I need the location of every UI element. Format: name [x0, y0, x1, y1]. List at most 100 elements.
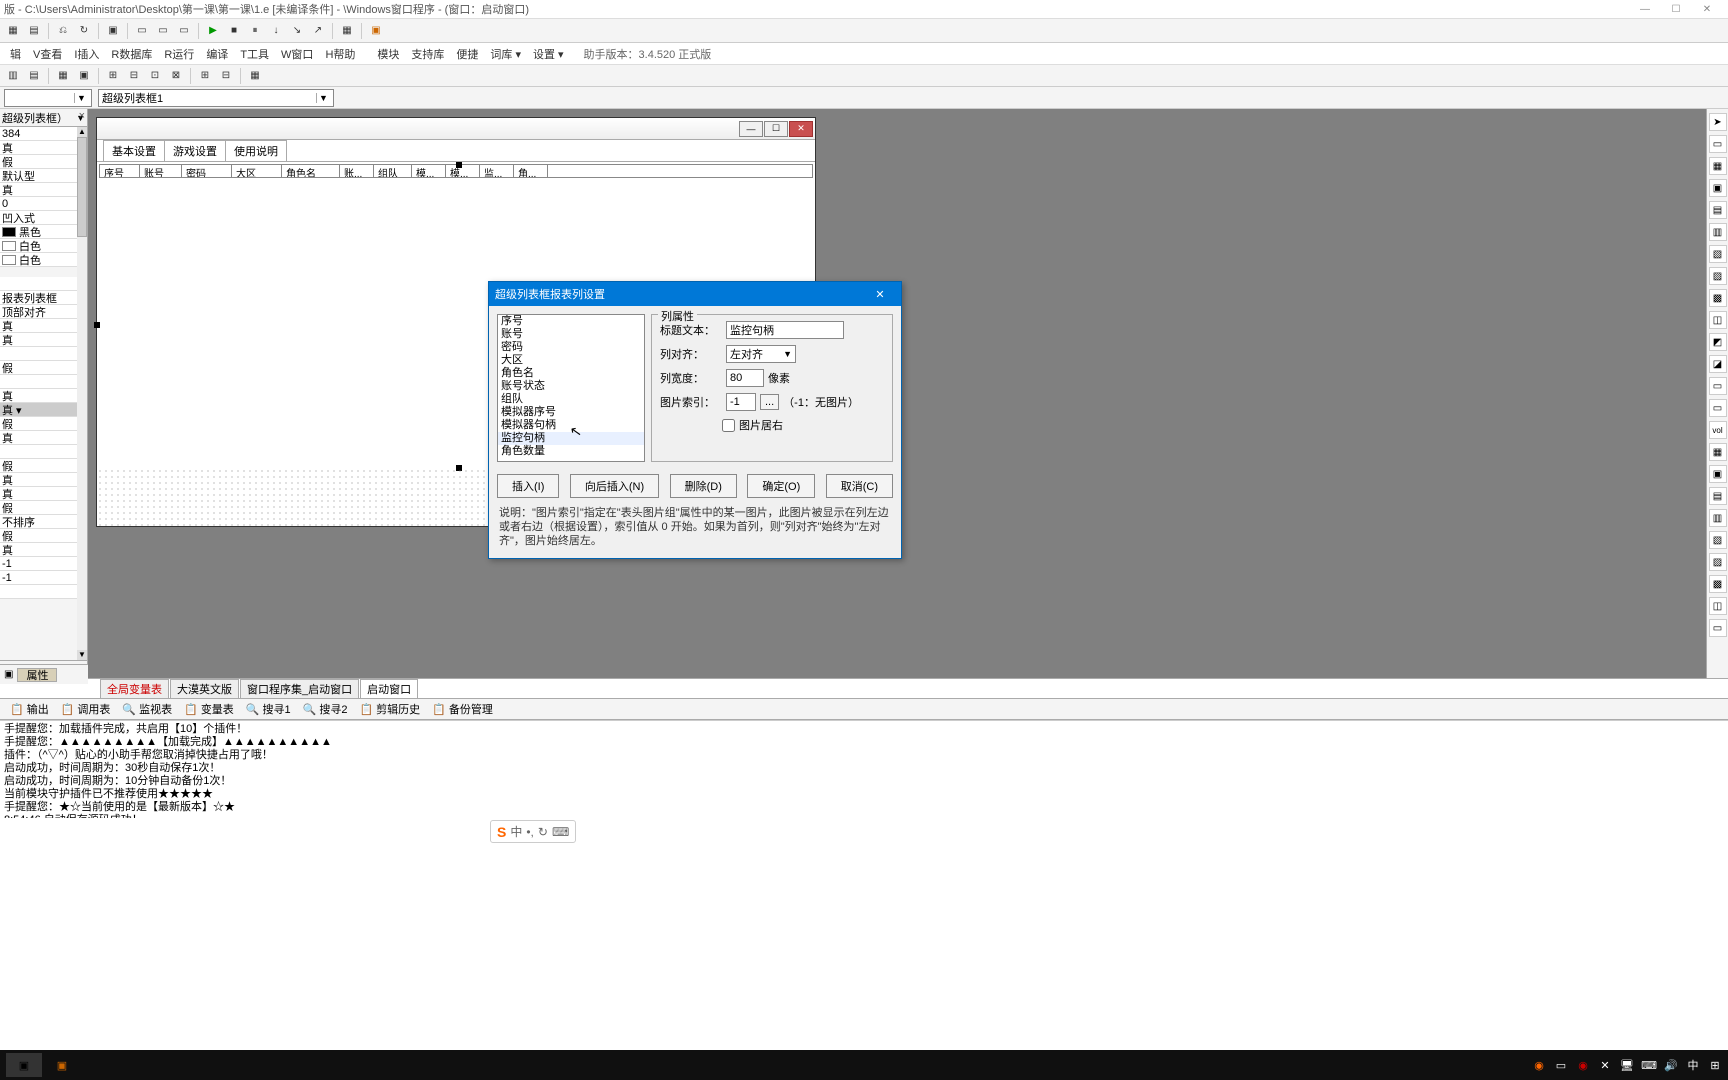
menu-item[interactable]: W窗口: [275, 44, 319, 64]
tool-icon[interactable]: ▭: [1709, 399, 1727, 417]
tool-btn[interactable]: ▦: [4, 22, 22, 40]
layout-btn[interactable]: ⊡: [146, 67, 164, 85]
form-minimize-button[interactable]: —: [739, 121, 763, 137]
tool-icon[interactable]: ▩: [1709, 575, 1727, 593]
layout-btn[interactable]: ▣: [75, 67, 93, 85]
form-tab[interactable]: 游戏设置: [164, 140, 226, 161]
property-row[interactable]: 真: [0, 487, 87, 501]
search2-tab[interactable]: 🔍 搜寻2: [297, 699, 354, 719]
ime-icon[interactable]: •,: [526, 825, 534, 839]
tool-icon[interactable]: ▦: [1709, 443, 1727, 461]
menu-item[interactable]: V查看: [27, 44, 68, 64]
taskbar-item[interactable]: ▣: [6, 1053, 42, 1077]
menu-item[interactable]: 支持库: [405, 44, 450, 64]
run-button[interactable]: ▶: [204, 22, 222, 40]
delete-button[interactable]: 删除(D): [670, 474, 737, 498]
tool-btn[interactable]: ↻: [75, 22, 93, 40]
tray-icon[interactable]: ◉: [1576, 1058, 1590, 1072]
cliphist-tab[interactable]: 📋 剪辑历史: [353, 699, 426, 719]
ime-icon[interactable]: ⌨: [552, 825, 569, 839]
property-row[interactable]: 不排序: [0, 515, 87, 529]
doc-tab[interactable]: 启动窗口: [360, 679, 418, 699]
menu-item[interactable]: H帮助: [319, 44, 361, 64]
property-row[interactable]: [0, 445, 87, 459]
tool-icon[interactable]: ▩: [1709, 289, 1727, 307]
tool-icon[interactable]: ◫: [1709, 597, 1727, 615]
listbox-item[interactable]: 大区: [498, 354, 644, 367]
menu-item[interactable]: T工具: [234, 44, 275, 64]
property-row[interactable]: 真: [0, 141, 87, 155]
layout-btn[interactable]: ▦: [246, 67, 264, 85]
dialog-title-bar[interactable]: 超级列表框报表列设置 ✕: [489, 282, 901, 306]
listbox-item[interactable]: 密码: [498, 341, 644, 354]
img-browse-button[interactable]: ...: [760, 394, 779, 410]
property-row[interactable]: 真: [0, 333, 87, 347]
tool-icon[interactable]: ▨: [1709, 267, 1727, 285]
width-input[interactable]: [726, 369, 764, 387]
property-row[interactable]: 白色: [0, 253, 87, 267]
property-row[interactable]: 假: [0, 529, 87, 543]
listbox-item[interactable]: 角色名: [498, 367, 644, 380]
layout-btn[interactable]: ⊠: [167, 67, 185, 85]
volume-icon[interactable]: 🔊: [1664, 1058, 1678, 1072]
listbox-item[interactable]: 组队: [498, 393, 644, 406]
property-selector[interactable]: 超级列表框）▼ ×: [0, 109, 87, 127]
property-row[interactable]: 假: [0, 417, 87, 431]
property-row[interactable]: 真: [0, 183, 87, 197]
tool-icon[interactable]: ▧: [1709, 245, 1727, 263]
tray-icon[interactable]: 🖥: [1620, 1058, 1634, 1072]
cancel-button[interactable]: 取消(C): [826, 474, 893, 498]
calltable-tab[interactable]: 📋 调用表: [55, 699, 117, 719]
property-row[interactable]: 假: [0, 361, 87, 375]
img-index-input[interactable]: [726, 393, 756, 411]
property-row[interactable]: 假: [0, 459, 87, 473]
ime-icon[interactable]: 中: [510, 823, 522, 840]
property-row[interactable]: 384: [0, 127, 87, 141]
tool-btn[interactable]: ⏸: [246, 22, 264, 40]
tool-icon[interactable]: ▥: [1709, 223, 1727, 241]
tool-icon[interactable]: ▤: [1709, 201, 1727, 219]
tool-icon[interactable]: ▥: [1709, 509, 1727, 527]
tool-icon[interactable]: ▦: [1709, 157, 1727, 175]
tool-btn[interactable]: ↓: [267, 22, 285, 40]
watch-tab[interactable]: 🔍 监视表: [116, 699, 178, 719]
close-button[interactable]: ✕: [1692, 2, 1722, 16]
tray-icon[interactable]: ⌨: [1642, 1058, 1656, 1072]
img-right-checkbox[interactable]: [722, 419, 735, 432]
layout-btn[interactable]: ⊞: [104, 67, 122, 85]
tool-icon[interactable]: ▨: [1709, 553, 1727, 571]
tray-icon[interactable]: ✕: [1598, 1058, 1612, 1072]
align-combo[interactable]: 左对齐▼: [726, 345, 796, 363]
backup-tab[interactable]: 📋 备份管理: [426, 699, 499, 719]
tool-btn[interactable]: ▤: [25, 22, 43, 40]
doc-tab[interactable]: 全局变量表: [100, 679, 169, 699]
minimize-button[interactable]: —: [1630, 2, 1660, 16]
menu-item[interactable]: R数据库: [105, 44, 158, 64]
layout-btn[interactable]: ⊟: [217, 67, 235, 85]
form-maximize-button[interactable]: ☐: [764, 121, 788, 137]
property-row[interactable]: [0, 375, 87, 389]
property-row[interactable]: 默认型: [0, 169, 87, 183]
layout-btn[interactable]: ⊞: [196, 67, 214, 85]
tool-btn[interactable]: ⎌: [54, 22, 72, 40]
property-scrollbar[interactable]: ▲ ▼: [77, 127, 87, 660]
tool-btn[interactable]: ↘: [288, 22, 306, 40]
output-tab[interactable]: 📋 输出: [4, 699, 55, 719]
doc-tab[interactable]: 窗口程序集_启动窗口: [240, 679, 359, 699]
form-tab[interactable]: 基本设置: [103, 140, 165, 161]
doc-tab[interactable]: 大漠英文版: [170, 679, 239, 699]
close-panel-icon[interactable]: ×: [79, 110, 85, 122]
layout-btn[interactable]: ⊟: [125, 67, 143, 85]
layout-btn[interactable]: ▥: [4, 67, 22, 85]
insert-button[interactable]: 插入(I): [497, 474, 559, 498]
vars-tab[interactable]: 📋 变量表: [178, 699, 240, 719]
listbox-item[interactable]: 账号: [498, 328, 644, 341]
layout-btn[interactable]: ▤: [25, 67, 43, 85]
layout-btn[interactable]: ▦: [54, 67, 72, 85]
property-row[interactable]: 真: [0, 431, 87, 445]
tool-btn[interactable]: ■: [225, 22, 243, 40]
ime-toolbar[interactable]: S 中 •, ↻ ⌨: [490, 820, 576, 843]
combo-left[interactable]: ▼: [4, 89, 92, 107]
listbox-item[interactable]: 模拟器序号: [498, 406, 644, 419]
tool-icon[interactable]: ◪: [1709, 355, 1727, 373]
